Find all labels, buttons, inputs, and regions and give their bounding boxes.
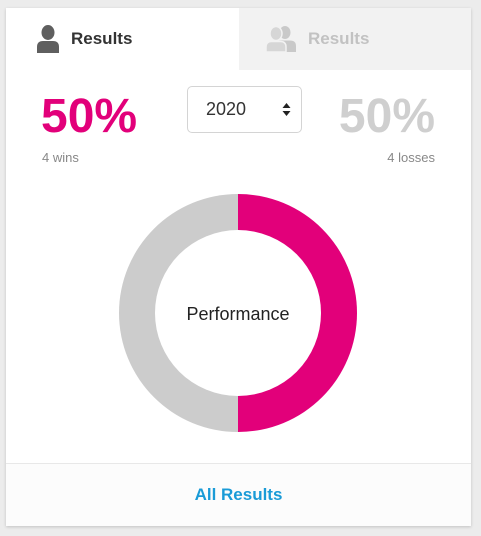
- chart-center-label: Performance: [186, 304, 289, 324]
- tab-team-results[interactable]: Results: [239, 8, 471, 70]
- stats-row: 50% 4 wins 2020 50% 4 losses: [6, 70, 471, 180]
- sort-arrows-icon: [282, 102, 291, 122]
- loss-count: 4 losses: [387, 150, 435, 165]
- win-count: 4 wins: [42, 150, 79, 165]
- tab-label: Results: [308, 29, 370, 48]
- user-icon: [37, 25, 59, 53]
- tab-label: Results: [71, 29, 133, 48]
- card-footer: All Results: [6, 463, 471, 526]
- win-percentage: 50%: [41, 90, 138, 143]
- year-select-value: 2020: [206, 99, 247, 119]
- performance-chart: Performance: [118, 192, 358, 434]
- loss-percentage: 50%: [338, 90, 435, 143]
- year-select[interactable]: 2020: [187, 86, 302, 133]
- results-card: Results Results 50% 4 wins 2020 50% 4 lo…: [6, 8, 471, 526]
- tab-my-results[interactable]: Results: [6, 8, 239, 70]
- all-results-link[interactable]: All Results: [195, 485, 283, 505]
- tab-bar: Results Results: [6, 8, 471, 70]
- users-icon: [266, 26, 296, 52]
